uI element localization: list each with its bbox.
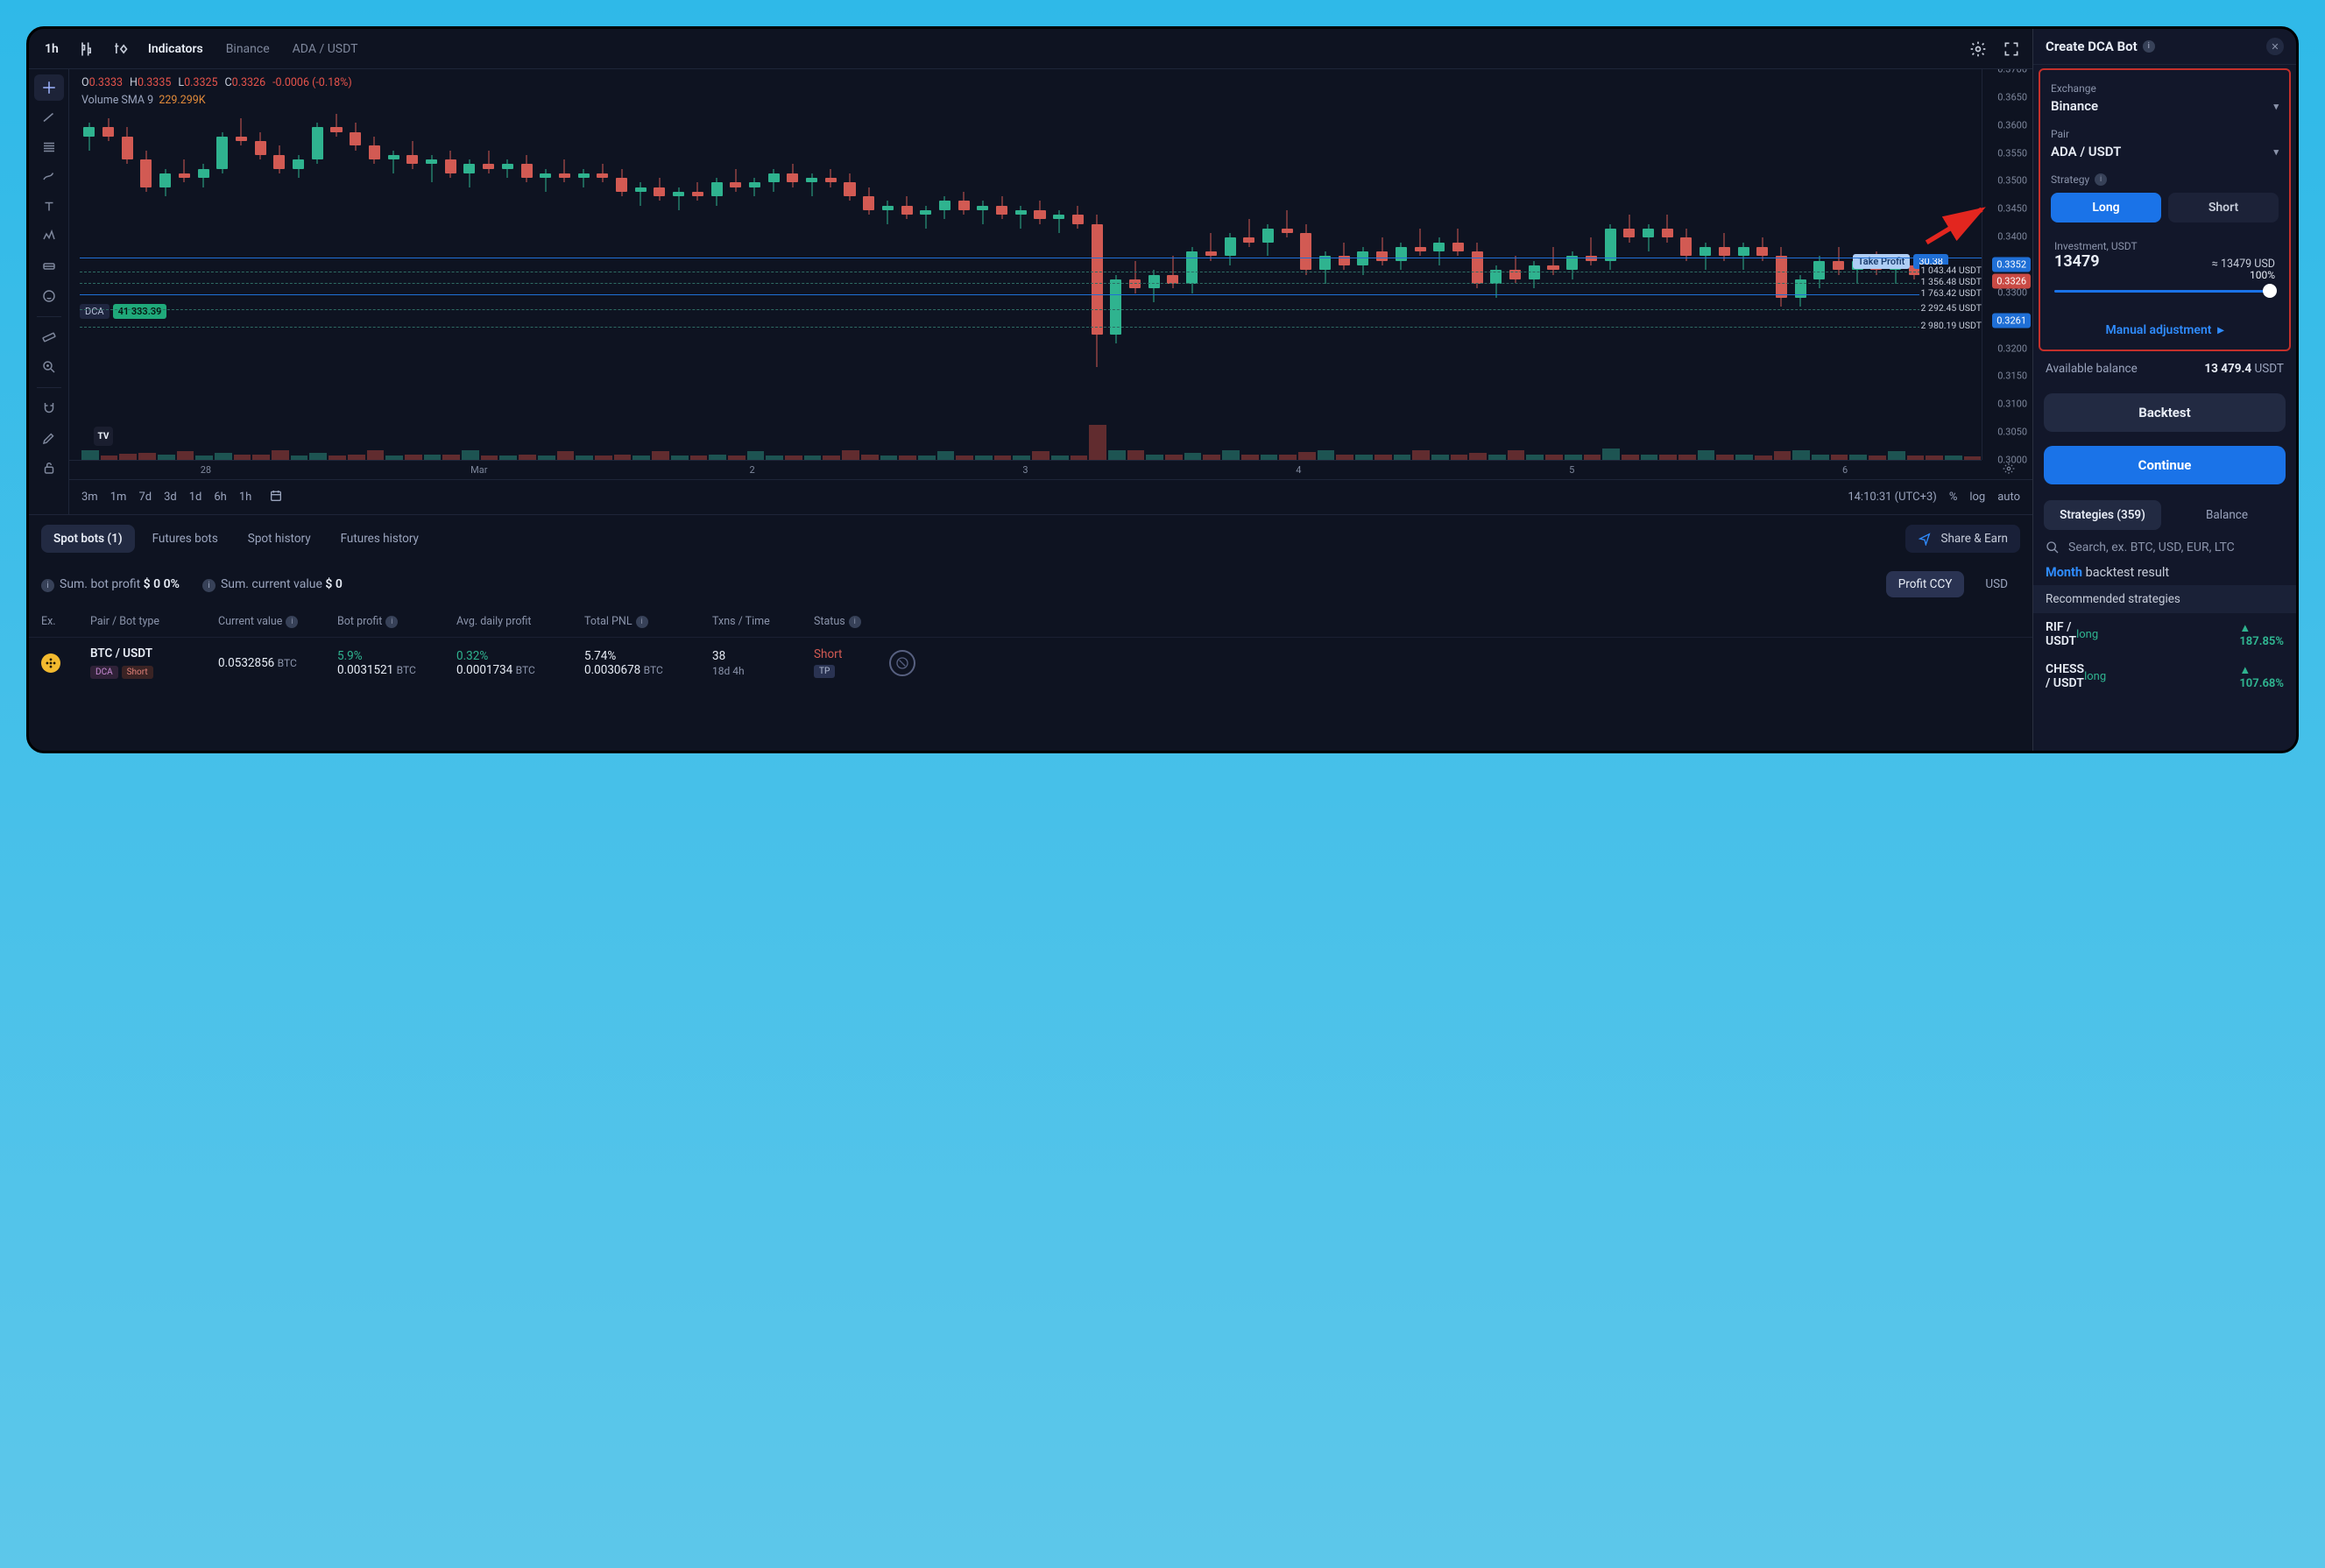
binance-logo-icon bbox=[41, 653, 60, 673]
manual-adjustment-link[interactable]: Manual adjustment ▸ bbox=[2047, 323, 2282, 337]
tab-balance[interactable]: Balance bbox=[2168, 500, 2286, 530]
strategy-item[interactable]: CHESS / USDTlong▲ 107.68% bbox=[2033, 655, 2296, 697]
bottom-panel: Spot bots (1) Futures bots Spot history … bbox=[29, 514, 2032, 751]
pair-field[interactable]: Pair ADA / USDT▾ bbox=[2047, 121, 2282, 166]
bot-tabs: Spot bots (1) Futures bots Spot history … bbox=[29, 515, 2032, 562]
strategy-short-button[interactable]: Short bbox=[2168, 193, 2279, 222]
interval-buttons[interactable]: 3m1m7d3d1d6h1h bbox=[81, 491, 251, 504]
log-toggle[interactable]: log bbox=[1969, 491, 1985, 504]
side-panel: Create DCA Boti ✕ Exchange Binance▾ Pair… bbox=[2033, 29, 2296, 751]
backtest-result-title: Month backtest result bbox=[2033, 560, 2296, 585]
tab-strategies[interactable]: Strategies (359) bbox=[2044, 500, 2161, 530]
side-header: Create DCA Boti ✕ bbox=[2033, 29, 2296, 65]
dca-pill: DCA 41 333.39 bbox=[80, 304, 166, 319]
info-icon: i bbox=[41, 579, 54, 592]
pattern-tool[interactable] bbox=[34, 223, 64, 250]
close-icon[interactable]: ✕ bbox=[2266, 38, 2284, 55]
crosshair-tool[interactable] bbox=[34, 74, 64, 101]
strategy-item[interactable]: RIF / USDTlong▲ 187.85% bbox=[2033, 613, 2296, 655]
position-tool[interactable] bbox=[34, 253, 64, 279]
clock-readout: 14:10:31 (UTC+3) bbox=[1848, 491, 1937, 504]
trendline-tool[interactable] bbox=[34, 104, 64, 131]
tab-futures-bots[interactable]: Futures bots bbox=[140, 525, 230, 553]
investment-slider[interactable]: 100% bbox=[2054, 283, 2275, 299]
percent-toggle[interactable]: % bbox=[1949, 491, 1958, 504]
drawing-tools bbox=[29, 69, 69, 514]
recommended-header: Recommended strategies bbox=[2033, 585, 2296, 613]
share-earn-button[interactable]: Share & Earn bbox=[1905, 525, 2020, 553]
usd-button[interactable]: USD bbox=[1973, 571, 2020, 597]
available-balance: Available balance 13 479.4 USDT bbox=[2033, 351, 2296, 386]
chart-column: O0.3333 H0.3335 L0.3325 C0.3326 -0.0006 … bbox=[69, 69, 2032, 514]
main-column: 1h Indicators Binance ADA / USDT bbox=[29, 29, 2033, 751]
side-tabs: Strategies (359) Balance bbox=[2044, 500, 2286, 530]
investment-input[interactable]: 13479 bbox=[2054, 252, 2138, 271]
stop-bot-icon[interactable] bbox=[889, 650, 915, 676]
bot-row[interactable]: BTC / USDT DCA Short 0.0532856 BTC 5.9%0… bbox=[29, 637, 2032, 688]
exchange-label[interactable]: Binance bbox=[217, 37, 279, 61]
fib-tool[interactable] bbox=[34, 134, 64, 160]
gear-icon[interactable] bbox=[1964, 35, 1992, 63]
zoom-tool[interactable] bbox=[34, 354, 64, 380]
continue-button[interactable]: Continue bbox=[2044, 446, 2286, 484]
search-icon bbox=[2046, 540, 2060, 554]
chart-pane[interactable]: O0.3333 H0.3335 L0.3325 C0.3326 -0.0006 … bbox=[69, 69, 2032, 514]
y-axis[interactable]: 0.37000.36500.36000.35500.35000.34500.34… bbox=[1982, 69, 2032, 460]
emoji-tool[interactable] bbox=[34, 283, 64, 309]
indicators-button[interactable]: Indicators bbox=[139, 37, 212, 61]
chevron-down-icon: ▾ bbox=[2273, 101, 2279, 112]
profit-ccy-button[interactable]: Profit CCY bbox=[1886, 571, 1965, 597]
strategy-long-button[interactable]: Long bbox=[2051, 193, 2161, 222]
pair-label[interactable]: ADA / USDT bbox=[284, 37, 367, 61]
exchange-field[interactable]: Exchange Binance▾ bbox=[2047, 75, 2282, 121]
tab-spot-history[interactable]: Spot history bbox=[236, 525, 323, 553]
info-icon[interactable]: i bbox=[2095, 173, 2107, 186]
chart-overlay-lines: DCA 41 333.39 Take Profit 30.38 1 043.44… bbox=[80, 104, 1982, 427]
backtest-button[interactable]: Backtest bbox=[2044, 393, 2286, 432]
goto-date-icon[interactable] bbox=[269, 489, 283, 506]
ohlc-readout: O0.3333 H0.3335 L0.3325 C0.3326 -0.0006 … bbox=[81, 76, 352, 89]
candle-style-icon[interactable] bbox=[73, 35, 101, 63]
magnet-tool[interactable] bbox=[34, 395, 64, 421]
chevron-down-icon: ▾ bbox=[2273, 146, 2279, 158]
info-icon[interactable]: i bbox=[2143, 40, 2155, 53]
x-axis[interactable]: 28Mar23456 bbox=[69, 460, 1982, 479]
ruler-tool[interactable] bbox=[34, 324, 64, 350]
volume-bars bbox=[69, 425, 1982, 460]
brush-tool[interactable] bbox=[34, 164, 64, 190]
fx-icon[interactable] bbox=[106, 35, 134, 63]
lock-tool[interactable] bbox=[34, 455, 64, 481]
create-bot-form: Exchange Binance▾ Pair ADA / USDT▾ Strat… bbox=[2039, 68, 2291, 351]
axis-gear-icon[interactable] bbox=[2003, 463, 2015, 477]
time-interval-bar: 3m1m7d3d1d6h1h 14:10:31 (UTC+3) % log au… bbox=[69, 479, 2032, 514]
text-tool[interactable] bbox=[34, 194, 64, 220]
info-icon: i bbox=[202, 579, 216, 592]
auto-toggle[interactable]: auto bbox=[1997, 491, 2020, 504]
chart-toolbar: 1h Indicators Binance ADA / USDT bbox=[29, 29, 2032, 69]
tab-futures-history[interactable]: Futures history bbox=[329, 525, 431, 553]
summary-row: iSum. bot profit $ 0 0% iSum. current va… bbox=[29, 562, 2032, 606]
pencil-tool[interactable] bbox=[34, 425, 64, 451]
tab-spot-bots[interactable]: Spot bots (1) bbox=[41, 525, 135, 553]
tradingview-logo: TV bbox=[94, 427, 113, 446]
interval-selector[interactable]: 1h bbox=[36, 37, 67, 61]
bots-table-header: Ex. Pair / Bot type Current valuei Bot p… bbox=[29, 606, 2032, 637]
strategy-search[interactable]: Search, ex. BTC, USD, EUR, LTC bbox=[2046, 540, 2284, 554]
chart-wrapper: O0.3333 H0.3335 L0.3325 C0.3326 -0.0006 … bbox=[29, 69, 2032, 514]
fullscreen-icon[interactable] bbox=[1997, 35, 2025, 63]
app-shell: 1h Indicators Binance ADA / USDT bbox=[26, 26, 2299, 753]
